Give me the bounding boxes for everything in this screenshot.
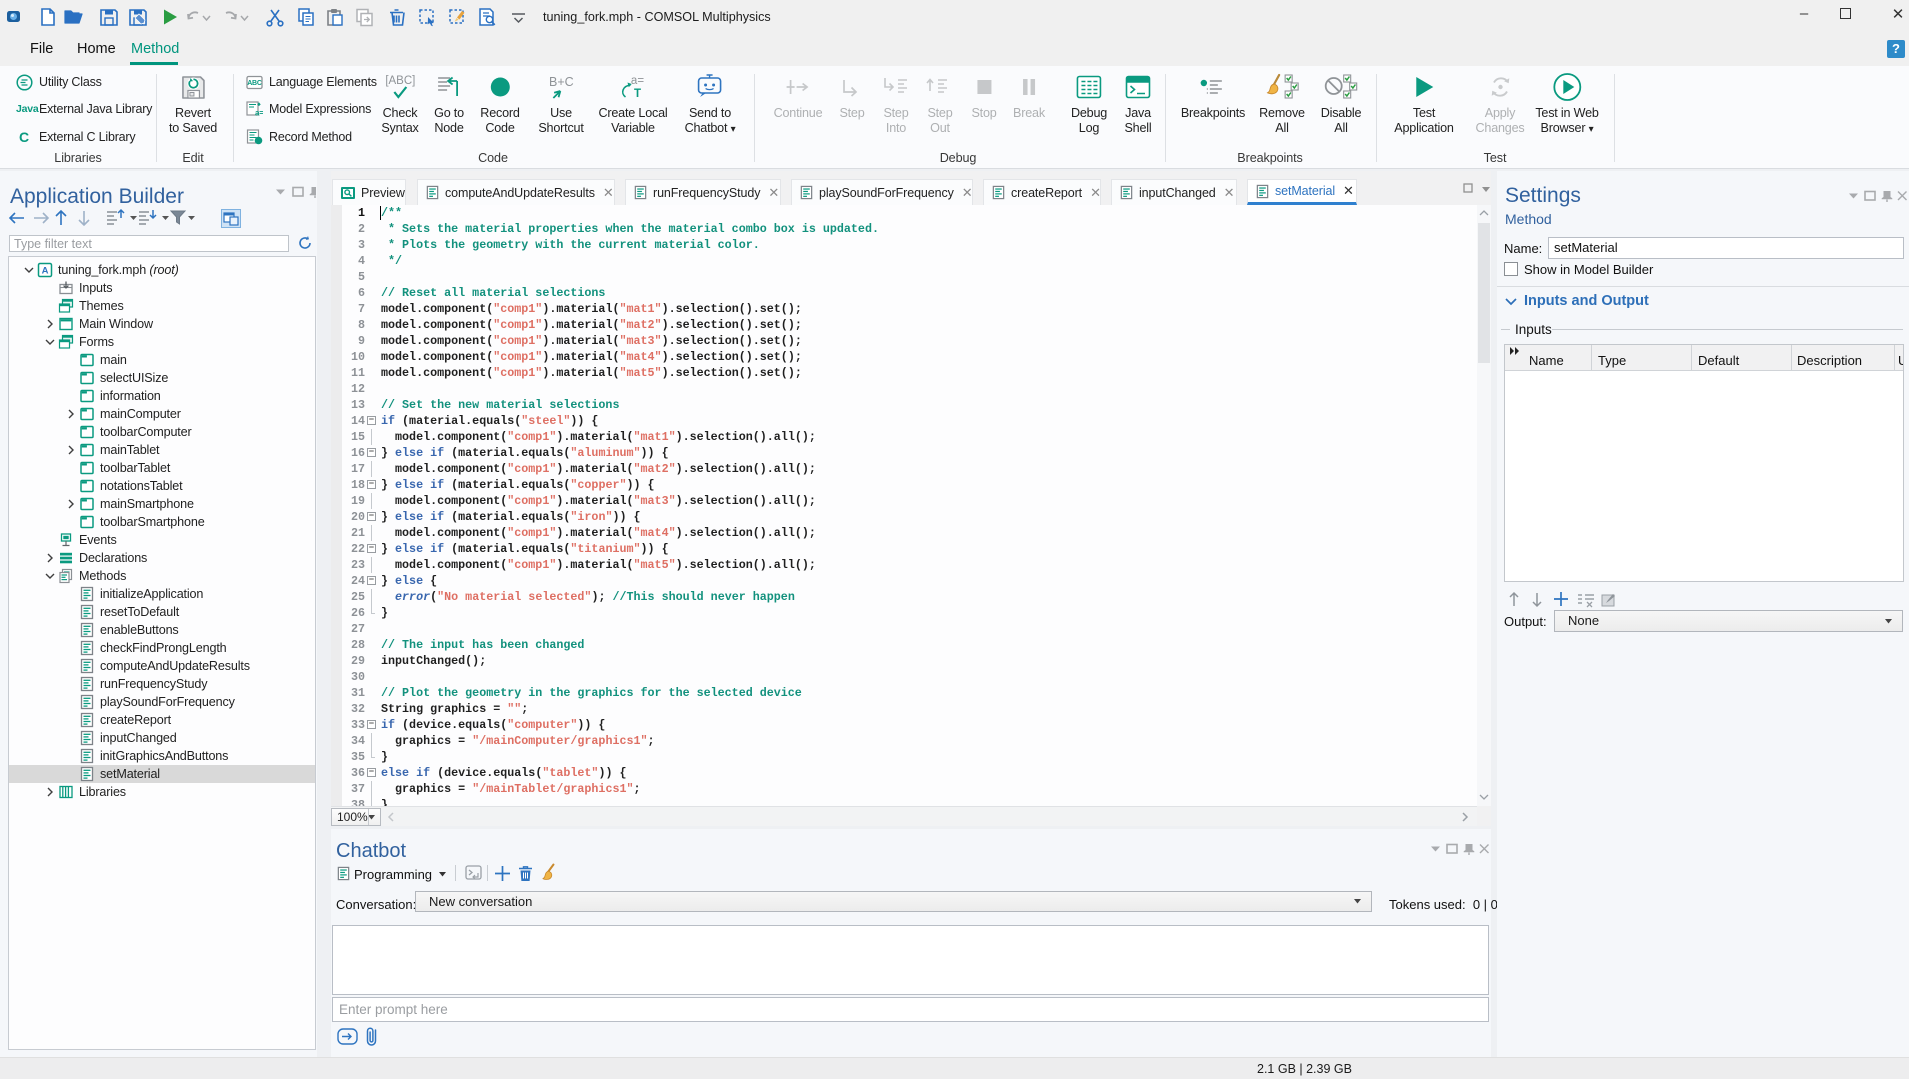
svg-text:T: T: [633, 88, 640, 100]
svg-text:ABC: ABC: [247, 80, 262, 87]
svg-text:B+C: B+C: [549, 75, 574, 89]
svg-text:[ABC]: [ABC]: [385, 75, 415, 87]
svg-text:A: A: [42, 266, 49, 277]
svg-text:a=: a=: [255, 109, 263, 118]
svg-text:a=: a=: [630, 75, 643, 87]
